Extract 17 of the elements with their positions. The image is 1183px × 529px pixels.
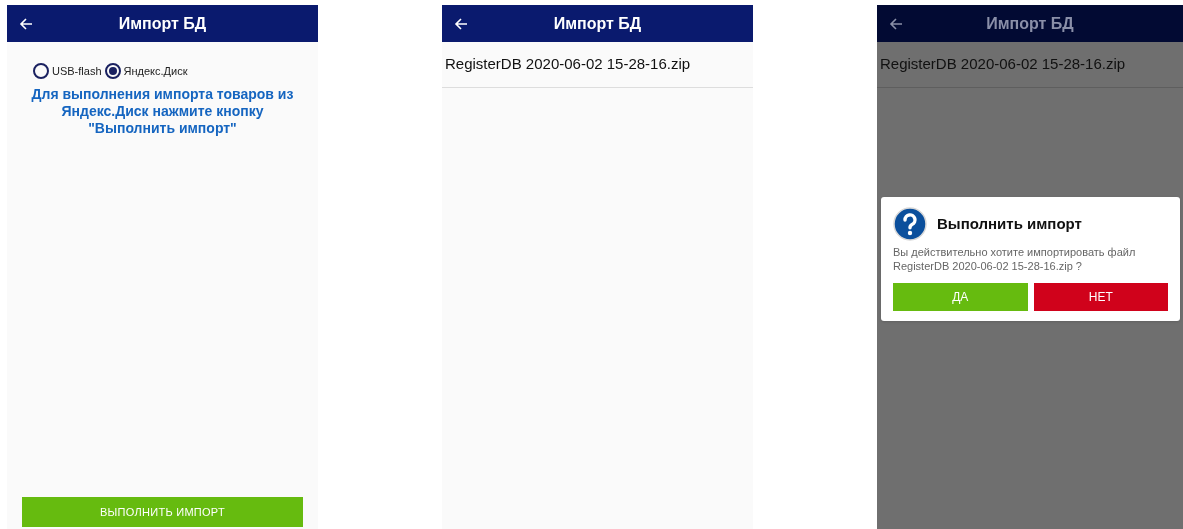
radio-button[interactable]: [104, 63, 121, 80]
radio-label: Яндекс.Диск: [123, 64, 188, 79]
no-button[interactable]: НЕТ: [1033, 283, 1168, 311]
radio-button[interactable]: [33, 63, 49, 80]
screen-title: Импорт БД: [552, 13, 643, 34]
import-button[interactable]: ВЫПОЛНИТЬ ИМПОРТ: [22, 497, 303, 527]
radio-label: USB-flash: [52, 64, 102, 79]
file-list-item[interactable]: RegisterDB 2020-06-02 15-28-16.zip: [442, 42, 753, 88]
yes-button[interactable]: ДА: [893, 283, 1028, 311]
question-mark-icon: [893, 207, 927, 241]
back-arrow-icon[interactable]: [889, 16, 903, 31]
instruction-text: Для выполнения импорта товаров из Яндекс.Диск нажмите кнопку "Выполнить импорт": [30, 85, 295, 137]
screen-title: Импорт БД: [117, 13, 208, 34]
dialog-message: Вы действительно хотите импортировать файл RegisterDB 2020-06-02 15-28-16.zip ?: [893, 245, 1137, 273]
dialog-title: Выполнить импорт: [937, 213, 1082, 234]
screen-title: Импорт БД: [985, 13, 1075, 34]
file-list-item[interactable]: RegisterDB 2020-06-02 15-28-16.zip: [877, 42, 1183, 88]
